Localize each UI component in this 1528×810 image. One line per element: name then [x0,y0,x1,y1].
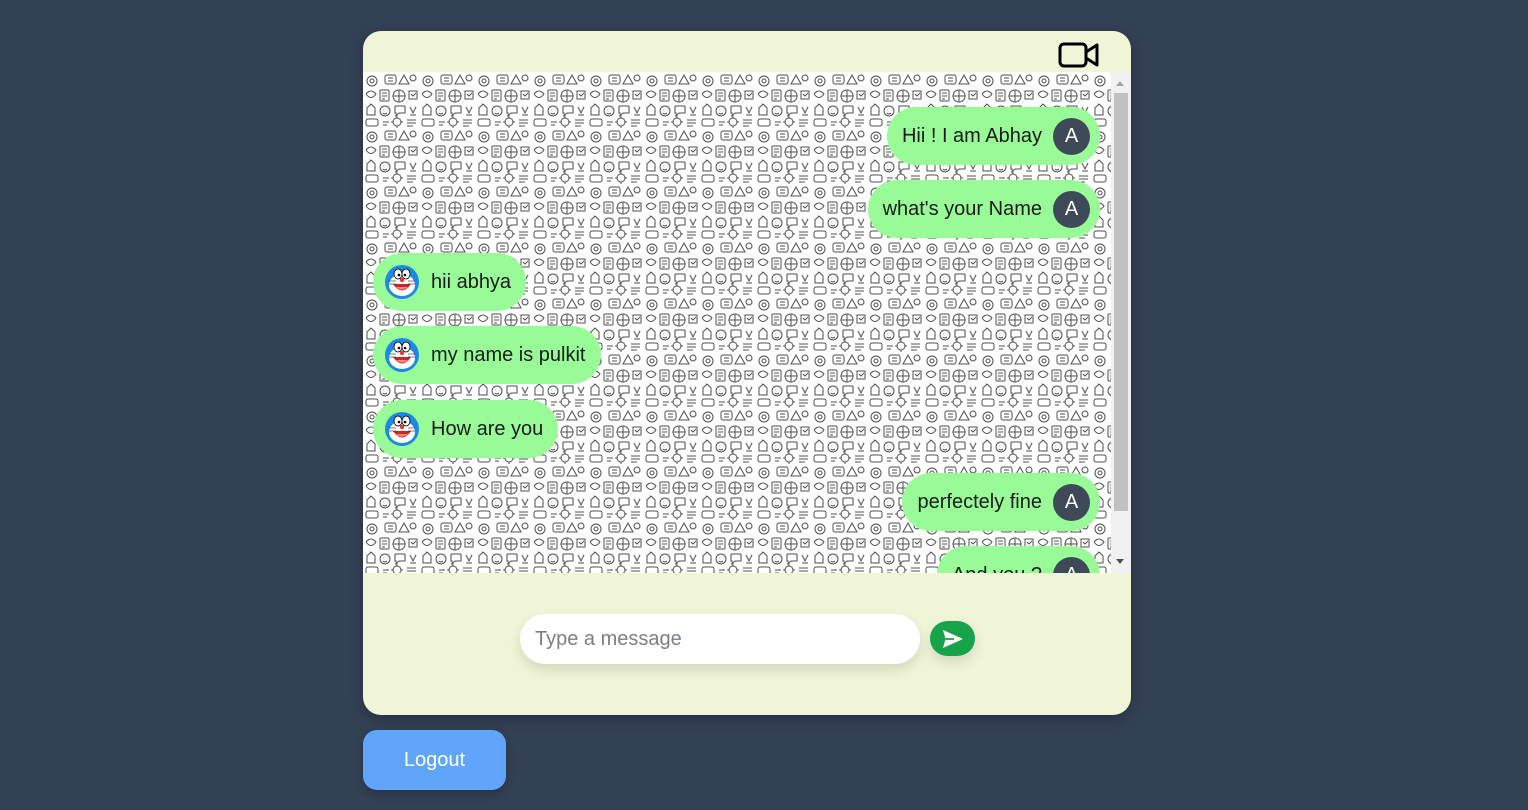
message-text: Hii ! I am Abhay [901,124,1042,147]
doraemon-avatar-icon [385,338,419,372]
scrollbar-thumb[interactable] [1114,93,1128,511]
video-call-button[interactable] [1058,40,1100,70]
message-bubble-received: my name is pulkit [373,326,601,384]
send-paper-plane-icon [942,629,963,648]
user-avatar: A [1053,190,1090,228]
message-bubble-received: How are you [373,400,559,458]
message-bubble-sent: Hii ! I am Abhay A [886,107,1100,165]
message-list[interactable]: Hii ! I am Abhay A what's your Name A hi… [363,72,1111,573]
message-bubble-sent: And you ? A [936,546,1100,574]
message-composer [520,614,975,664]
message-bubble-sent: perfectely fine A [902,473,1100,531]
message-list-scrollbar[interactable] [1111,72,1131,573]
user-avatar: A [1053,556,1090,573]
chat-window: Hii ! I am Abhay A what's your Name A hi… [363,31,1131,715]
logout-button[interactable]: Logout [363,730,506,790]
message-bubble-sent: what's your Name A [867,180,1100,238]
scroll-up-arrow-icon[interactable] [1116,81,1124,86]
doraemon-avatar-icon [385,265,419,299]
user-avatar: A [1053,483,1090,521]
message-text: what's your Name [882,197,1042,220]
message-text: hii abhya [431,270,512,293]
send-button[interactable] [930,621,975,656]
message-text: How are you [431,417,544,440]
message-text: And you ? [952,564,1042,574]
message-text: perfectely fine [917,490,1042,513]
scroll-down-arrow-icon[interactable] [1116,559,1124,564]
doraemon-avatar-icon [385,412,419,446]
message-text: my name is pulkit [431,343,586,366]
message-input[interactable] [520,614,920,664]
message-bubble-received: hii abhya [373,253,527,311]
video-camera-icon [1058,42,1099,68]
user-avatar: A [1053,117,1090,155]
